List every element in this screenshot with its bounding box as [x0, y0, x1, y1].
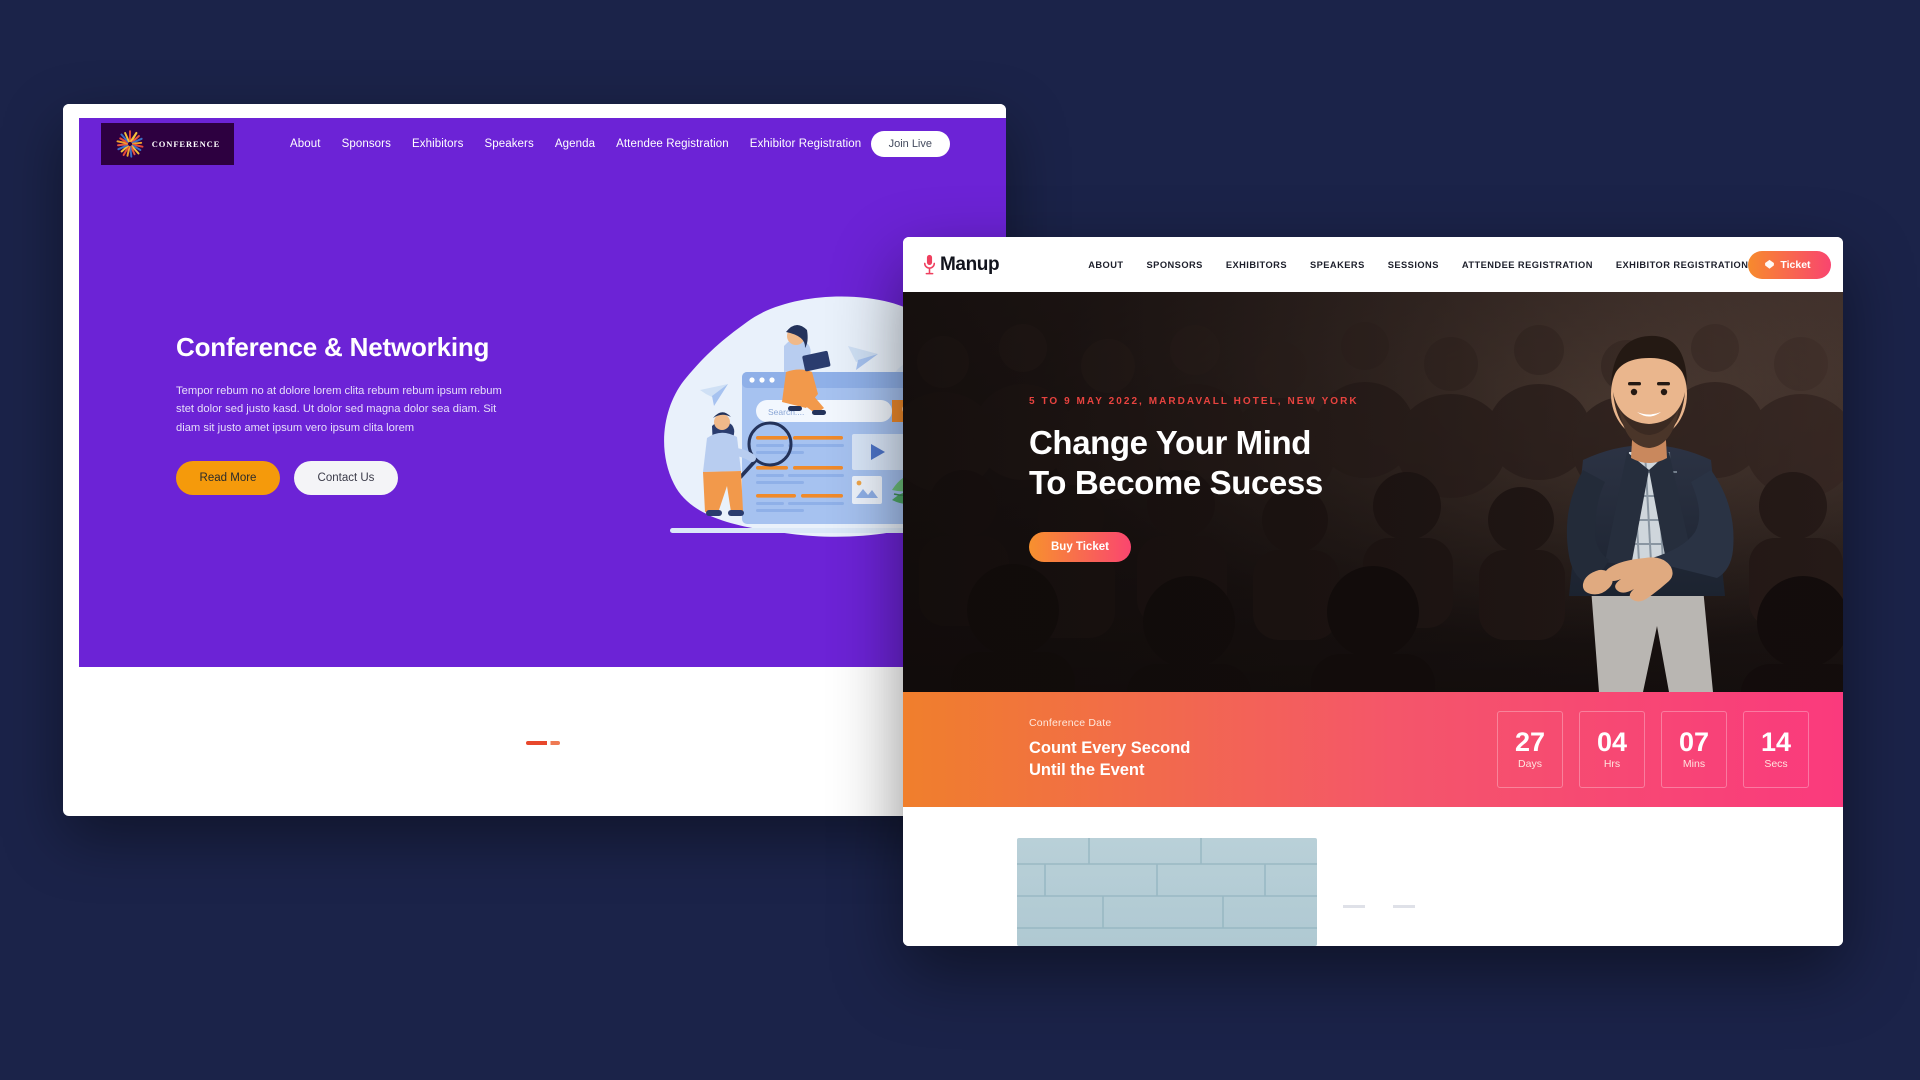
manup-hero-copy: 5 TO 9 MAY 2022, MARDAVALL HOTEL, NEW YO… [1029, 396, 1359, 562]
browser-window-manup[interactable]: Manup ABOUT SPONSORS EXHIBITORS SPEAKERS… [903, 237, 1843, 946]
nav-item-speakers[interactable]: SPEAKERS [1310, 260, 1365, 270]
section-divider-mark [525, 741, 560, 745]
countdown-banner: Conference Date Count Every Second Until… [903, 692, 1843, 807]
manup-hero: 5 TO 9 MAY 2022, MARDAVALL HOTEL, NEW YO… [903, 292, 1843, 692]
nav-item-sponsors[interactable]: Sponsors [342, 138, 391, 150]
contact-us-button[interactable]: Contact Us [294, 460, 398, 495]
manup-below-fold [903, 807, 1843, 946]
placeholder-line-1 [1343, 905, 1365, 908]
hero-eyebrow: 5 TO 9 MAY 2022, MARDAVALL HOTEL, NEW YO… [1029, 396, 1359, 407]
conference-hero-paragraph: Tempor rebum no at dolore lorem clita re… [176, 385, 502, 434]
hero-heading-line-2: To Become Sucess [1029, 464, 1323, 502]
countdown-copy: Conference Date Count Every Second Until… [1029, 717, 1190, 782]
nav-item-about[interactable]: ABOUT [1088, 260, 1123, 270]
conference-hero: Conference & Networking Tempor rebum no … [79, 170, 1006, 667]
nav-item-about[interactable]: About [290, 138, 321, 150]
window-chrome-strip [63, 104, 1006, 118]
buy-ticket-button[interactable]: Buy Ticket [1029, 531, 1131, 562]
nav-item-exhibitor-registration[interactable]: EXHIBITOR REGISTRATION [1616, 260, 1749, 270]
desktop-background: CONFERENCE About Sponsors Exhibitors Spe… [0, 0, 1920, 1080]
manup-brand[interactable]: Manup [923, 253, 1000, 276]
manup-navbar: Manup ABOUT SPONSORS EXHIBITORS SPEAKERS… [903, 237, 1843, 292]
countdown-units: 27 Days 04 Hrs 07 Mins 14 Secs [1497, 711, 1809, 788]
conference-hero-heading: Conference & Networking [176, 332, 490, 363]
nav-item-sessions[interactable]: SESSIONS [1388, 260, 1439, 270]
read-more-button[interactable]: Read More [176, 460, 280, 495]
conference-logo-text: CONFERENCE [151, 139, 221, 149]
nav-item-exhibitor-registration[interactable]: Exhibitor Registration [750, 138, 862, 150]
countdown-hours-label: Hrs [1603, 758, 1621, 770]
hero-heading: Change Your Mind To Become Sucess [1029, 423, 1359, 504]
countdown-unit-days: 27 Days [1497, 711, 1563, 788]
countdown-seconds-label: Secs [1764, 758, 1788, 770]
nav-item-speakers[interactable]: Speakers [484, 138, 533, 150]
conference-nav-links: About Sponsors Exhibitors Speakers Agend… [290, 138, 861, 150]
ticket-button[interactable]: Ticket [1748, 250, 1831, 279]
conference-logo[interactable]: CONFERENCE [101, 123, 234, 165]
brick-wall-portrait-photo [1017, 838, 1317, 946]
countdown-seconds-value: 14 [1760, 727, 1792, 757]
manup-brand-text: Manup [940, 253, 1000, 275]
conference-navbar: CONFERENCE About Sponsors Exhibitors Spe… [79, 118, 1006, 170]
ticket-button-label: Ticket [1780, 258, 1811, 271]
countdown-label: Conference Date [1029, 717, 1112, 730]
ticket-icon [1765, 259, 1775, 269]
countdown-title-line-2: Until the Event [1029, 761, 1145, 779]
nav-item-exhibitors[interactable]: Exhibitors [412, 138, 464, 150]
browser-window-conference[interactable]: CONFERENCE About Sponsors Exhibitors Spe… [63, 104, 1006, 816]
countdown-days-label: Days [1518, 758, 1542, 770]
nav-item-agenda[interactable]: Agenda [555, 138, 595, 150]
countdown-title-line-1: Count Every Second [1029, 739, 1191, 758]
join-live-button[interactable]: Join Live [870, 131, 950, 157]
hero-heading-line-1: Change Your Mind [1029, 424, 1312, 461]
starburst-icon [116, 130, 144, 158]
countdown-days-value: 27 [1514, 727, 1546, 757]
conference-site-viewport: CONFERENCE About Sponsors Exhibitors Spe… [79, 118, 1006, 816]
countdown-unit-seconds: 14 Secs [1743, 711, 1809, 788]
countdown-minutes-value: 07 [1678, 727, 1710, 757]
countdown-unit-hours: 04 Hrs [1579, 711, 1645, 788]
nav-item-sponsors[interactable]: SPONSORS [1147, 260, 1203, 270]
nav-item-attendee-registration[interactable]: ATTENDEE REGISTRATION [1462, 260, 1593, 270]
countdown-minutes-label: Mins [1682, 758, 1706, 770]
below-fold-placeholder-lines [1343, 905, 1415, 908]
placeholder-line-2 [1393, 905, 1415, 908]
hero-speaker-figure [1566, 335, 1734, 692]
countdown-unit-minutes: 07 Mins [1661, 711, 1727, 788]
conference-hero-buttons: Read More Contact Us [176, 460, 556, 495]
manup-nav-links: ABOUT SPONSORS EXHIBITORS SPEAKERS SESSI… [1088, 260, 1748, 270]
microphone-icon [923, 254, 936, 274]
countdown-title: Count Every Second Until the Event [1029, 738, 1190, 782]
conference-below-fold [79, 667, 1006, 816]
countdown-hours-value: 04 [1596, 727, 1628, 757]
nav-item-attendee-registration[interactable]: Attendee Registration [616, 138, 729, 150]
speaker-card-image[interactable] [1017, 838, 1317, 946]
conference-hero-copy: Conference & Networking Tempor rebum no … [176, 332, 556, 495]
nav-item-exhibitors[interactable]: EXHIBITORS [1226, 260, 1287, 270]
